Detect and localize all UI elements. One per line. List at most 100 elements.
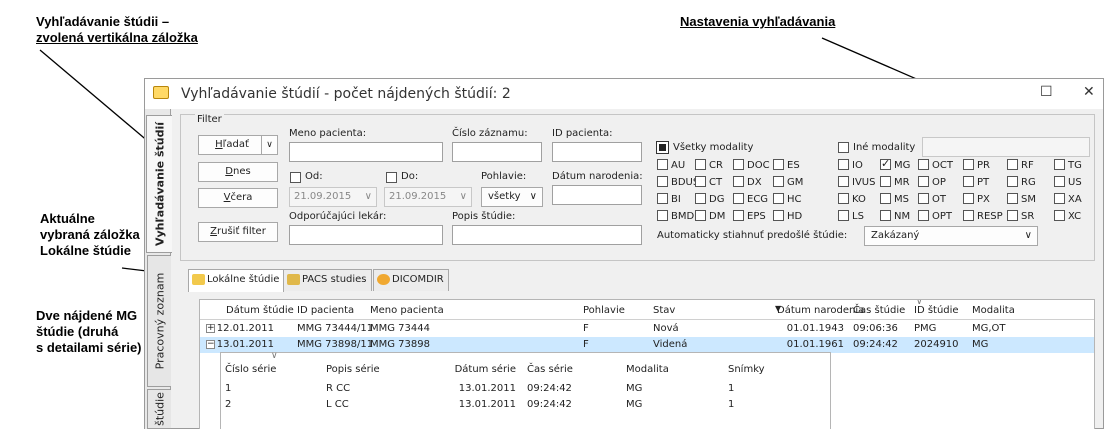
modality-hd[interactable]: HD xyxy=(773,210,802,222)
modality-hc[interactable]: HC xyxy=(773,193,802,205)
series-col-header[interactable]: Dátum série xyxy=(455,364,516,375)
modality-checkbox[interactable] xyxy=(1054,210,1065,221)
modality-checkbox[interactable] xyxy=(695,193,706,204)
modality-checkbox[interactable] xyxy=(963,210,974,221)
gender-select[interactable]: všetky ∨ xyxy=(481,187,543,207)
all-modalities-checkbox[interactable] xyxy=(656,141,669,154)
collapse-icon[interactable]: − xyxy=(206,340,215,349)
modality-ot[interactable]: OT xyxy=(918,193,946,205)
modality-checkbox[interactable] xyxy=(880,210,891,221)
modality-checkbox[interactable] xyxy=(695,159,706,170)
modality-es[interactable]: ES xyxy=(773,159,800,171)
from-date-picker[interactable]: 21.09.2015 ∨ xyxy=(289,187,377,207)
modality-oct[interactable]: OCT xyxy=(918,159,953,171)
modality-checkbox[interactable] xyxy=(733,176,744,187)
modality-pr[interactable]: PR xyxy=(963,159,990,171)
modality-opt[interactable]: OPT xyxy=(918,210,952,222)
modality-bi[interactable]: BI xyxy=(657,193,681,205)
modality-bmd[interactable]: BMD xyxy=(657,210,694,222)
modality-checkbox[interactable] xyxy=(657,193,668,204)
series-col-header[interactable]: Snímky xyxy=(728,364,765,375)
studies-col-header[interactable]: Stav xyxy=(653,305,675,316)
studies-col-header[interactable]: ID pacienta xyxy=(297,305,354,316)
record-number-input[interactable] xyxy=(452,142,542,162)
modality-pt[interactable]: PT xyxy=(963,176,989,188)
modality-checkbox[interactable] xyxy=(838,210,849,221)
birth-date-input[interactable] xyxy=(552,185,642,205)
series-col-header[interactable]: Popis série xyxy=(326,364,380,375)
referring-doctor-input[interactable] xyxy=(289,225,443,245)
modality-checkbox[interactable] xyxy=(918,159,929,170)
modality-checkbox[interactable] xyxy=(918,176,929,187)
series-col-header[interactable]: Číslo série xyxy=(225,364,276,375)
modality-us[interactable]: US xyxy=(1054,176,1082,188)
modality-xc[interactable]: XC xyxy=(1054,210,1081,222)
modality-checkbox[interactable] xyxy=(773,159,784,170)
modality-dx[interactable]: DX xyxy=(733,176,762,188)
modality-checkbox[interactable] xyxy=(733,193,744,204)
modality-bdus[interactable]: BDUS xyxy=(657,176,699,188)
modality-rf[interactable]: RF xyxy=(1007,159,1034,171)
modality-checkbox[interactable] xyxy=(1007,210,1018,221)
auto-download-select[interactable]: Zakázaný ∨ xyxy=(864,226,1038,246)
modality-checkbox[interactable] xyxy=(1007,176,1018,187)
modality-op[interactable]: OP xyxy=(918,176,946,188)
yesterday-button[interactable]: Včera xyxy=(198,188,278,208)
modality-resp[interactable]: RESP xyxy=(963,210,1003,222)
search-dropdown-arrow[interactable]: ∨ xyxy=(261,136,277,154)
modality-gm[interactable]: GM xyxy=(773,176,803,188)
modality-checkbox[interactable] xyxy=(657,176,668,187)
modality-checkbox[interactable] xyxy=(1054,159,1065,170)
modality-doc[interactable]: DOC xyxy=(733,159,770,171)
patient-name-input[interactable] xyxy=(289,142,443,162)
modality-cr[interactable]: CR xyxy=(695,159,723,171)
modality-ko[interactable]: KO xyxy=(838,193,866,205)
studies-col-header[interactable]: ID štúdie xyxy=(914,305,959,316)
modality-checkbox[interactable] xyxy=(963,159,974,170)
modality-checkbox[interactable] xyxy=(773,176,784,187)
table-row[interactable]: −13.01.2011 MMG 73898/11 MMG 73898 F Videná 0… xyxy=(200,337,1094,353)
studies-col-header[interactable]: Čas štúdie xyxy=(853,305,905,316)
modality-dg[interactable]: DG xyxy=(695,193,724,205)
vtab-studies[interactable]: štúdie xyxy=(147,389,171,429)
modality-checkbox[interactable] xyxy=(773,210,784,221)
to-checkbox[interactable] xyxy=(386,172,397,183)
table-row[interactable]: +12.01.2011 MMG 73444/11 MMG 73444 F Nová 01.… xyxy=(200,321,1094,337)
modality-sm[interactable]: SM xyxy=(1007,193,1036,205)
modality-checkbox[interactable] xyxy=(838,193,849,204)
close-button[interactable]: ✕ xyxy=(1083,84,1095,100)
modality-tg[interactable]: TG xyxy=(1054,159,1082,171)
modality-mg[interactable]: MG xyxy=(880,157,910,171)
patient-id-input[interactable] xyxy=(552,142,642,162)
vtab-study-search[interactable]: Vyhľadávanie štúdií xyxy=(146,115,172,253)
modality-checkbox[interactable] xyxy=(733,210,744,221)
modality-checkbox[interactable] xyxy=(1007,193,1018,204)
studies-col-header[interactable]: Dátum štúdie xyxy=(226,305,294,316)
clear-filter-button[interactable]: Zrušiť filter xyxy=(198,222,278,242)
modality-sr[interactable]: SR xyxy=(1007,210,1034,222)
modality-checkbox[interactable] xyxy=(733,159,744,170)
modality-checkbox[interactable] xyxy=(1007,159,1018,170)
series-col-header[interactable]: Modalita xyxy=(626,364,669,375)
modality-rg[interactable]: RG xyxy=(1007,176,1036,188)
modality-checkbox[interactable] xyxy=(880,157,891,170)
modality-checkbox[interactable] xyxy=(838,176,849,187)
vtab-worklist[interactable]: Pracovný zoznam xyxy=(147,255,171,387)
expand-icon[interactable]: + xyxy=(206,324,215,333)
modality-eps[interactable]: EPS xyxy=(733,210,766,222)
tab-pacs-studies[interactable]: PACS studies xyxy=(283,269,372,291)
modality-io[interactable]: IO xyxy=(838,159,863,171)
modality-checkbox[interactable] xyxy=(880,193,891,204)
modality-checkbox[interactable] xyxy=(918,193,929,204)
studies-col-header[interactable]: Meno pacienta xyxy=(370,305,444,316)
modality-checkbox[interactable] xyxy=(880,176,891,187)
studies-col-header[interactable]: Pohlavie xyxy=(583,305,625,316)
tab-dicomdir[interactable]: DICOMDIR xyxy=(373,269,449,291)
modality-checkbox[interactable] xyxy=(695,210,706,221)
studies-col-header[interactable]: Dátum narodenia xyxy=(777,305,864,316)
search-button[interactable]: Hľadať ∨ xyxy=(198,135,278,155)
modality-checkbox[interactable] xyxy=(1054,176,1065,187)
modality-checkbox[interactable] xyxy=(773,193,784,204)
modality-px[interactable]: PX xyxy=(963,193,990,205)
series-col-header[interactable]: Čas série xyxy=(527,364,573,375)
